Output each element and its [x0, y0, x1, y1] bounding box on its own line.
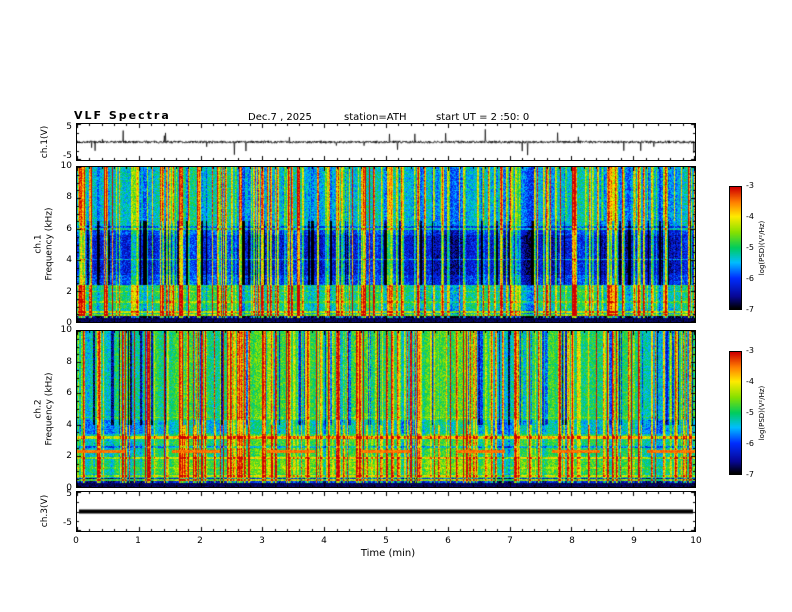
y-tick-label: 6 — [66, 224, 72, 234]
x-tick-label: 7 — [507, 536, 513, 546]
y-tick-label: 5 — [66, 122, 72, 132]
ch3-waveform-canvas — [77, 492, 695, 531]
colorbar-tick-label: -3 — [746, 346, 754, 355]
x-axis-title: Time (min) — [360, 548, 416, 559]
ch2-channel-label: ch.2 — [33, 399, 44, 419]
colorbar-tick-label: -7 — [746, 305, 754, 314]
ch1-spectrogram-panel — [76, 166, 696, 323]
x-tick-label: 6 — [445, 536, 451, 546]
ch1-spectrogram-ylabel: ch.1 Frequency (kHz) — [34, 166, 56, 323]
x-tick-label: 4 — [321, 536, 327, 546]
ch1-spectrogram-canvas — [77, 167, 695, 322]
colorbar-tick-label: -5 — [746, 408, 754, 417]
frequency-axis-label: Frequency (kHz) — [44, 372, 55, 446]
colorbar-tick-label: -4 — [746, 212, 754, 221]
y-tick-label: 5 — [66, 489, 72, 499]
y-tick-label: 2 — [66, 287, 72, 297]
y-tick-label: -5 — [63, 518, 72, 528]
ch1-waveform-panel — [76, 123, 696, 161]
y-tick-label: 4 — [66, 420, 72, 430]
figure-title: VLF Spectra — [74, 109, 171, 122]
y-tick-label: 10 — [60, 325, 72, 335]
ch2-spectrogram-ylabel: ch.2 Frequency (kHz) — [34, 331, 56, 488]
y-tick-label: 8 — [66, 192, 72, 202]
colorbar-tick-label: -4 — [746, 377, 754, 386]
ch3-waveform-panel — [76, 491, 696, 532]
colorbar-ch2-label: log(PSD)(V²/Hz) — [758, 385, 766, 441]
ch1-waveform-canvas — [77, 124, 695, 160]
ch1-channel-label: ch.1 — [33, 234, 44, 254]
x-tick-label: 3 — [259, 536, 265, 546]
ch2-spectrogram-panel — [76, 330, 696, 488]
y-tick-label: 2 — [66, 451, 72, 461]
x-tick-label: 0 — [73, 536, 79, 546]
y-tick-label: 4 — [66, 255, 72, 265]
ch3-waveform-ylabel: ch.3(V) — [40, 494, 50, 528]
y-tick-label: 10 — [60, 161, 72, 171]
ch1-waveform-ylabel: ch.1(V) — [40, 125, 50, 159]
y-tick-label: 8 — [66, 357, 72, 367]
ch2-spectrogram-canvas — [77, 331, 695, 487]
colorbar-canvas-1 — [730, 187, 741, 309]
colorbar-ch2 — [729, 351, 742, 475]
colorbar-ch1-label: log(PSD)(V²/Hz) — [758, 220, 766, 276]
colorbar-canvas-2 — [730, 352, 741, 474]
colorbar-tick-label: -6 — [746, 439, 754, 448]
x-tick-label: 8 — [569, 536, 575, 546]
colorbar-tick-label: -6 — [746, 274, 754, 283]
x-tick-label: 5 — [383, 536, 389, 546]
vlf-spectra-figure: VLF Spectra Dec.7 , 2025 station=ATH sta… — [0, 0, 792, 612]
colorbar-tick-label: -7 — [746, 470, 754, 479]
colorbar-ch1 — [729, 186, 742, 310]
x-tick-label: 1 — [135, 536, 141, 546]
colorbar-tick-label: -5 — [746, 243, 754, 252]
frequency-axis-label: Frequency (kHz) — [44, 207, 55, 281]
x-tick-label: 10 — [690, 536, 702, 546]
x-tick-label: 2 — [197, 536, 203, 546]
x-tick-label: 9 — [631, 536, 637, 546]
colorbar-tick-label: -3 — [746, 181, 754, 190]
y-tick-label: 6 — [66, 388, 72, 398]
